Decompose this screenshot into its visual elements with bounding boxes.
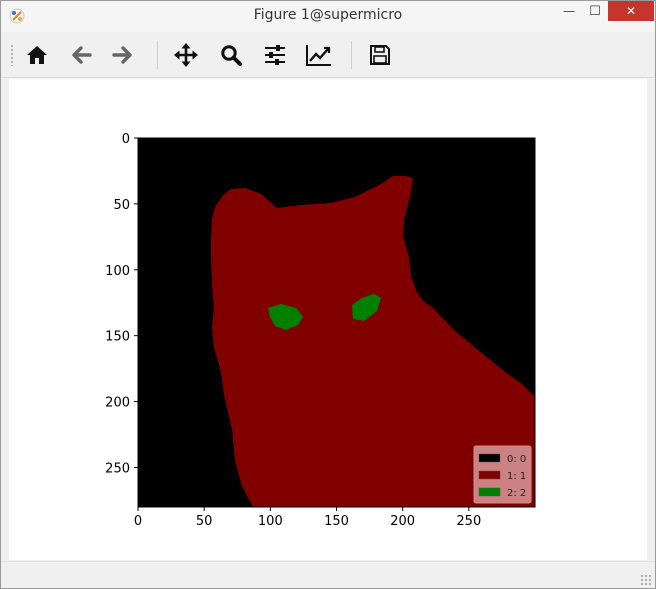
navigation-toolbar — [1, 33, 655, 78]
maximize-icon: ☐ — [589, 3, 601, 19]
toolbar-grip[interactable] — [10, 44, 14, 66]
edit-axes-button[interactable] — [303, 39, 335, 71]
y-tick-label: 200 — [105, 396, 130, 411]
x-axis: 0 50 100 150 200 250 — [134, 507, 481, 529]
save-button[interactable] — [364, 39, 396, 71]
edit-axes-icon — [306, 45, 331, 66]
x-tick-label: 50 — [196, 514, 213, 529]
legend-swatch — [478, 453, 501, 463]
figure-canvas[interactable]: 0 50 100 150 200 250 0 50 100 150 200 250 0: 0 1: 1… — [9, 79, 647, 560]
legend-label: 2: 2 — [507, 488, 526, 499]
maximize-button[interactable]: ☐ — [582, 1, 608, 21]
pan-button[interactable] — [170, 39, 202, 71]
legend-label: 0: 0 — [507, 454, 526, 465]
home-icon — [27, 46, 47, 64]
x-tick-label: 200 — [390, 514, 415, 529]
y-tick-label: 100 — [105, 264, 130, 279]
forward-arrow-icon — [112, 46, 132, 64]
title-bar[interactable]: Figure 1@supermicro — ☐ ✕ — [1, 1, 655, 32]
subplots-icon — [265, 45, 285, 65]
legend-swatch — [478, 470, 501, 480]
y-tick-label: 250 — [105, 461, 130, 476]
legend-label: 1: 1 — [507, 471, 526, 482]
close-button[interactable]: ✕ — [608, 1, 654, 21]
back-arrow-icon — [72, 46, 92, 64]
subplots-button[interactable] — [259, 39, 291, 71]
legend-swatch — [478, 487, 501, 497]
close-icon: ✕ — [625, 4, 637, 18]
zoom-button[interactable] — [215, 39, 247, 71]
plot-svg: 0 50 100 150 200 250 0 50 100 150 200 250 0: 0 1: 1… — [105, 132, 536, 529]
y-axis: 0 50 100 150 200 250 — [105, 132, 138, 476]
y-tick-label: 0 — [122, 132, 130, 147]
minimize-icon: — — [563, 4, 575, 18]
status-bar — [1, 561, 655, 588]
legend: 0: 0 1: 1 2: 2 — [473, 445, 532, 504]
save-icon — [370, 45, 390, 65]
figure-window: Figure 1@supermicro — ☐ ✕ 0 50 100 150 2… — [0, 0, 656, 589]
x-tick-label: 150 — [324, 514, 349, 529]
zoom-icon — [221, 45, 242, 66]
resize-grip[interactable] — [640, 574, 652, 586]
home-button[interactable] — [21, 39, 53, 71]
toolbar-separator — [157, 41, 158, 69]
x-tick-label: 0 — [134, 514, 142, 529]
minimize-button[interactable]: — — [556, 1, 582, 21]
x-tick-label: 250 — [456, 514, 481, 529]
forward-button[interactable] — [107, 39, 139, 71]
y-tick-label: 150 — [105, 330, 130, 345]
toolbar-separator — [351, 41, 352, 69]
back-button[interactable] — [65, 39, 97, 71]
pan-icon — [174, 43, 198, 67]
x-tick-label: 100 — [258, 514, 283, 529]
y-tick-label: 50 — [113, 198, 130, 213]
